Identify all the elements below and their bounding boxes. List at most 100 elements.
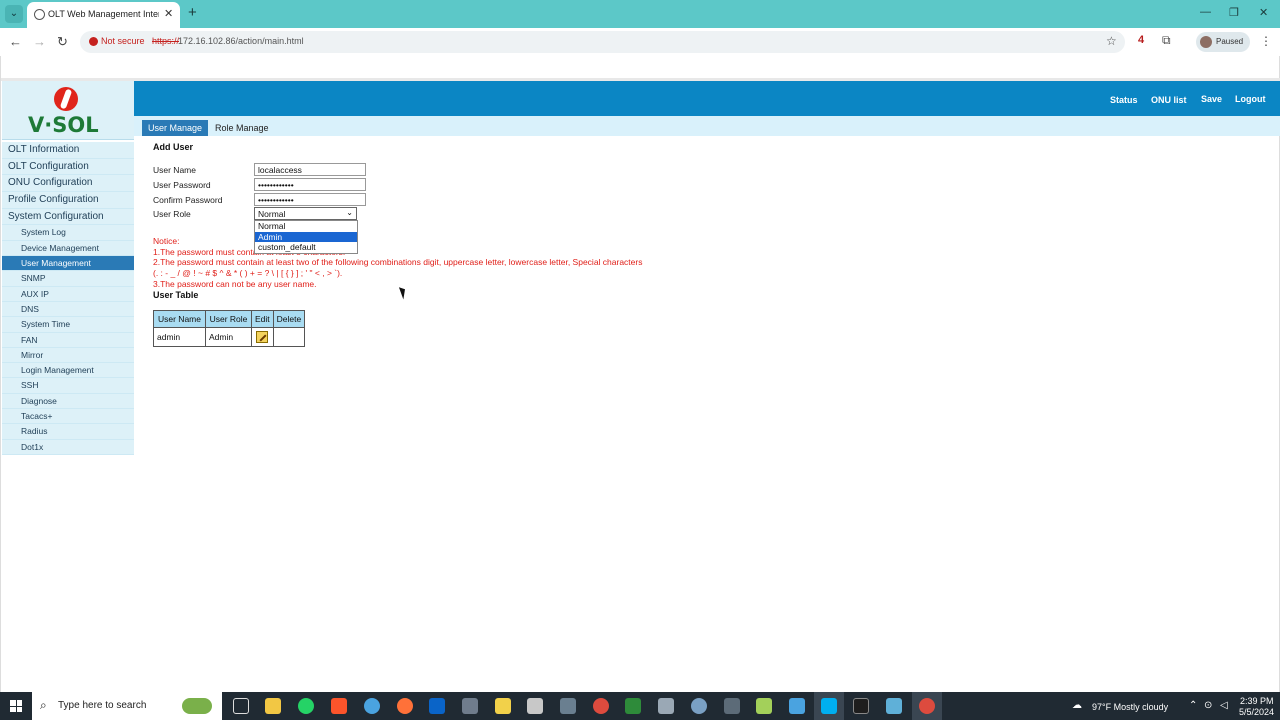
user-password-label: User Password [153,180,211,190]
sidebar-item-ssh[interactable]: SSH [2,378,134,394]
sidebar-item-system-log[interactable]: System Log [2,225,134,241]
not-secure-label[interactable]: Not secure [101,36,145,46]
browser-menu-icon[interactable]: ⋮ [1260,34,1272,48]
tab-user-manage[interactable]: User Manage [142,120,209,136]
cell-user-name: admin [153,327,206,347]
sidebar-item-dns[interactable]: DNS [2,301,134,318]
sidebar-item-tacacs[interactable]: Tacacs+ [2,409,134,425]
user-table: User Name User Role Edit Delete admin Ad… [153,310,306,347]
confirm-password-input[interactable]: •••••••••••• [254,193,366,206]
new-tab-button[interactable]: + [188,4,197,21]
chrome-icon[interactable] [593,698,609,714]
sidebar-item-diagnose[interactable]: Diagnose [2,393,134,409]
minimize-button[interactable]: — [1200,6,1211,18]
taskbar-search[interactable]: ⌕ Type here to search [32,692,222,720]
sidebar-item-system-configuration[interactable]: System Configuration [2,208,134,226]
sidebar-item-mirror[interactable]: Mirror [2,347,134,364]
weather-text[interactable]: 97°F Mostly cloudy [1092,702,1168,712]
app-icon[interactable] [691,698,707,714]
sidebar-item-olt-information[interactable]: OLT Information [2,142,134,159]
tab-role-manage[interactable]: Role Manage [209,120,275,136]
skype-icon[interactable] [821,698,837,714]
app-icon[interactable] [364,698,380,714]
user-password-input[interactable]: •••••••••••• [254,178,366,191]
forward-icon[interactable]: → [33,34,46,49]
table-header-row: User Name User Role Edit Delete [153,310,306,328]
sidebar-item-user-management[interactable]: User Management [2,256,134,272]
volume-icon[interactable]: ◁ [1220,700,1228,711]
app-icon[interactable] [724,698,740,714]
app-icon[interactable] [886,698,902,714]
search-placeholder: Type here to search [58,700,147,711]
browser-tab[interactable]: OLT Web Management Interface ✕ [27,2,180,28]
notes-icon[interactable] [495,698,511,714]
tab-title: OLT Web Management Interface [48,9,159,19]
sidebar-item-onu-configuration[interactable]: ONU Configuration [2,175,134,193]
reload-icon[interactable]: ↻ [57,34,68,50]
profile-status: Paused [1216,37,1244,46]
sidebar-item-dot1x[interactable]: Dot1x [2,439,134,455]
network-tool-icon[interactable] [462,698,478,714]
sidebar-item-snmp[interactable]: SNMP [2,271,134,287]
outlook-icon[interactable] [429,698,445,714]
maximize-button[interactable]: ❐ [1229,6,1239,19]
wifi-app-icon[interactable] [789,698,805,714]
extensions-icon[interactable]: ⧉ [1162,33,1171,48]
app-icon[interactable] [756,698,772,714]
edit-icon[interactable] [256,331,269,343]
sidebar-item-fan[interactable]: FAN [2,332,134,348]
windows-start-icon[interactable] [10,700,22,712]
search-highlight-icon [182,698,212,714]
tab-search-button[interactable]: ⌄ [5,5,23,23]
sidebar-item-radius[interactable]: Radius [2,424,134,440]
clock-time[interactable]: 2:39 PM [1240,696,1274,706]
sidebar-item-olt-configuration[interactable]: OLT Configuration [2,158,134,176]
nav-status[interactable]: Status [1110,95,1138,105]
user-name-input[interactable]: localaccess [254,163,366,176]
bookmark-star-icon[interactable]: ☆ [1106,34,1117,48]
sidebar-item-profile-configuration[interactable]: Profile Configuration [2,192,134,209]
nav-logout[interactable]: Logout [1235,94,1266,104]
user-role-dropdown: Normal Admin custom_default [254,220,358,255]
sidebar-item-aux-ip[interactable]: AUX IP [2,286,134,302]
role-option-normal[interactable]: Normal [255,221,357,232]
app-icon[interactable] [527,698,543,714]
back-icon[interactable]: ← [9,34,22,49]
add-user-title: Add User [153,142,194,152]
vsol-logo-icon [54,87,78,111]
close-tab-icon[interactable]: ✕ [164,7,173,20]
role-option-admin[interactable]: Admin [255,231,357,243]
sidebar-item-device-management[interactable]: Device Management [2,240,134,257]
profile-button[interactable]: Paused [1196,32,1250,52]
user-role-label: User Role [153,209,191,219]
sidebar: OLT Information OLT Configuration ONU Co… [2,142,134,455]
address-bar[interactable]: Not secure https:// 172.16.102.86/action… [80,31,1125,53]
url-text: 172.16.102.86/action/main.html [178,36,304,46]
nav-save[interactable]: Save [1201,94,1222,104]
sidebar-item-login-management[interactable]: Login Management [2,363,134,379]
user-role-select[interactable]: Normal ⌄ [254,207,357,220]
app-icon[interactable] [658,698,674,714]
chevron-up-icon[interactable]: ⌃ [1189,700,1197,711]
file-explorer-icon[interactable] [265,698,281,714]
cmd-icon[interactable] [853,698,869,714]
firefox-icon[interactable] [397,698,413,714]
logo-text: V·SOL [28,113,99,137]
chrome-active-icon[interactable] [919,698,935,714]
spreadsheet-icon[interactable] [625,698,641,714]
nav-onu-list[interactable]: ONU list [1151,95,1187,105]
role-option-custom-default[interactable]: custom_default [255,242,357,253]
sidebar-item-system-time[interactable]: System Time [2,317,134,333]
task-view-icon[interactable] [233,698,249,714]
close-window-button[interactable]: ✕ [1259,6,1268,19]
user-role-selected: Normal [258,209,286,219]
weather-icon[interactable]: ☁ [1072,700,1082,711]
warning-icon [89,37,98,46]
terminal-icon[interactable] [560,698,576,714]
extension-badge[interactable]: 4 [1138,34,1144,46]
network-icon[interactable]: ⊙ [1204,700,1212,711]
clock-date[interactable]: 5/5/2024 [1239,707,1274,717]
notice-line-2b: (. : - _ / @ ! ~ # $ ^ & * ( ) + = ? \ |… [153,268,343,278]
whatsapp-icon[interactable] [298,698,314,714]
brave-icon[interactable] [331,698,347,714]
